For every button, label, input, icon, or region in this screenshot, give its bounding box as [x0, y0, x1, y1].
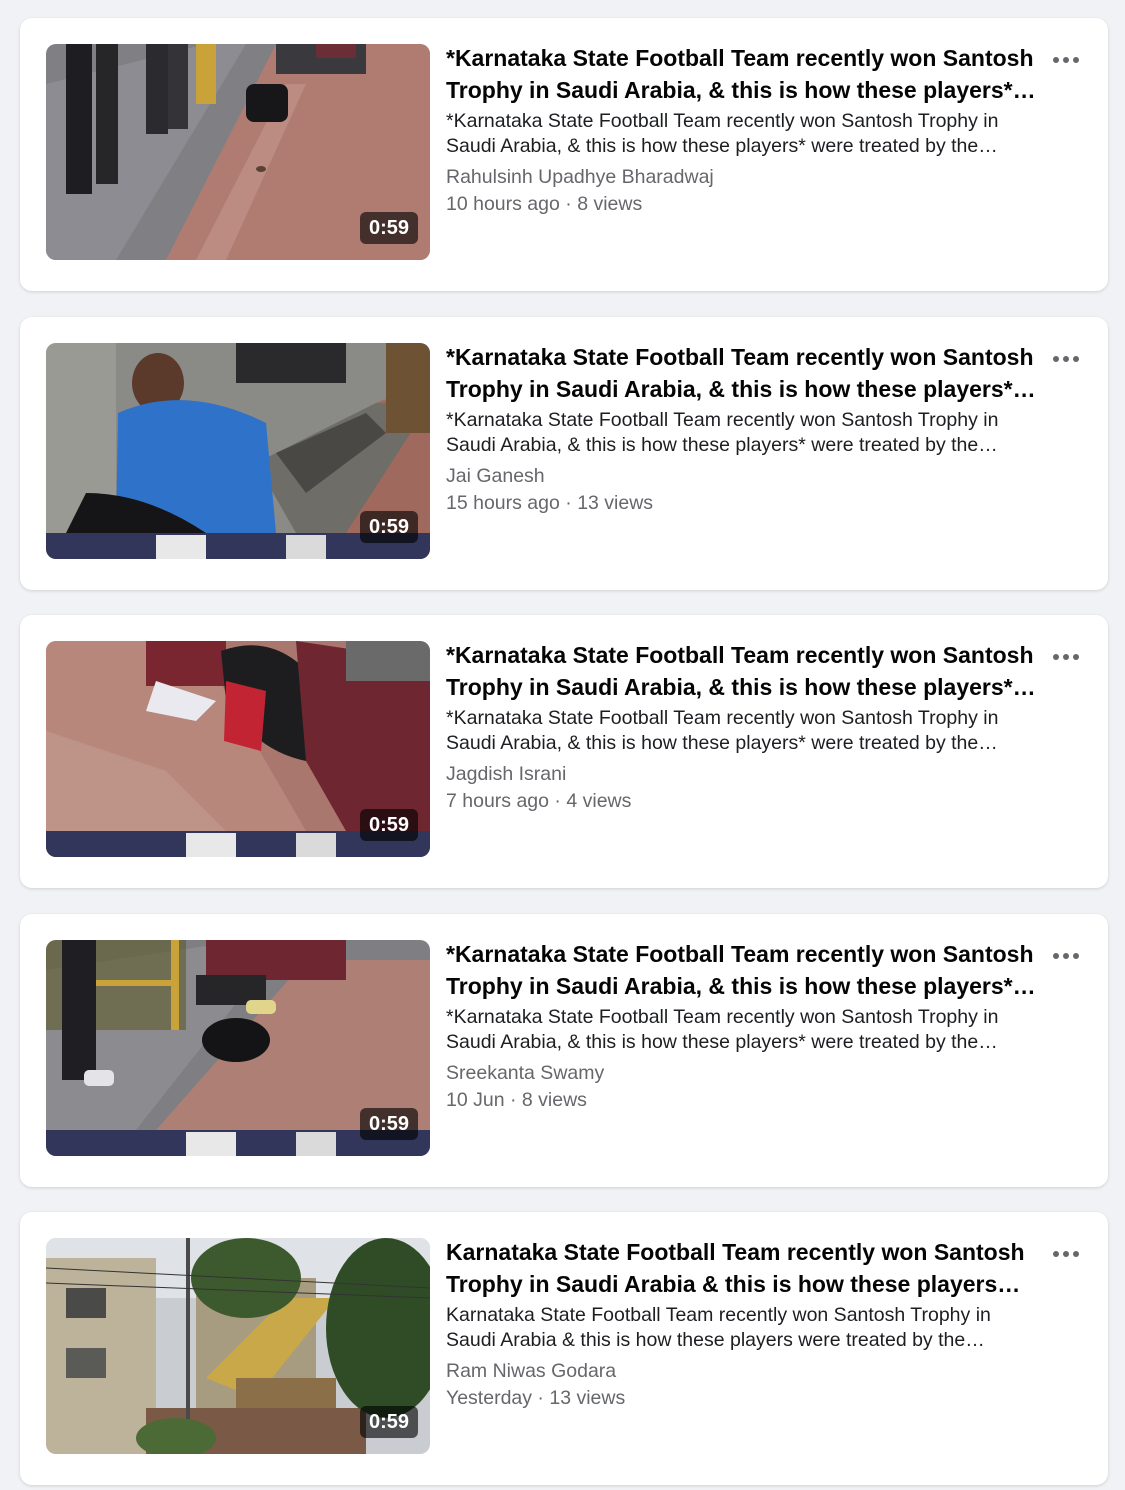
more-options-icon[interactable]	[1046, 46, 1086, 74]
video-views: 13 views	[549, 1387, 626, 1409]
video-description: Karnataka State Football Team recently w…	[446, 1304, 991, 1351]
video-time: 15 hours ago	[446, 492, 560, 514]
video-info: *Karnataka State Football Team recently …	[446, 42, 1038, 218]
video-duration: 0:59	[359, 212, 418, 244]
video-info: *Karnataka State Football Team recently …	[446, 639, 1038, 815]
video-time: 10 hours ago	[446, 193, 560, 215]
video-views: 8 views	[577, 193, 643, 215]
meta-separator: ·	[549, 790, 567, 812]
video-card[interactable]: 0:59 *Karnataka State Football Team rece…	[20, 615, 1108, 888]
video-author[interactable]: Jagdish Israni	[446, 761, 1038, 788]
video-views: 13 views	[577, 492, 654, 514]
video-info: *Karnataka State Football Team recently …	[446, 938, 1038, 1114]
video-info: Karnataka State Football Team recently w…	[446, 1236, 1038, 1412]
video-meta: 15 hours ago · 13 views	[446, 490, 1038, 517]
video-description: *Karnataka State Football Team recently …	[446, 707, 999, 754]
meta-separator: ·	[532, 1387, 550, 1409]
video-card[interactable]: 0:59 *Karnataka State Football Team rece…	[20, 317, 1108, 590]
video-duration: 0:59	[359, 511, 418, 543]
video-title[interactable]: *Karnataka State Football Team recently …	[446, 938, 1038, 1002]
video-duration: 0:59	[359, 1406, 418, 1438]
video-title[interactable]: *Karnataka State Football Team recently …	[446, 639, 1038, 703]
more-options-icon[interactable]	[1046, 345, 1086, 373]
video-thumbnail[interactable]: 0:59	[46, 343, 430, 559]
video-author[interactable]: Sreekanta Swamy	[446, 1060, 1038, 1087]
video-meta: 10 Jun · 8 views	[446, 1087, 1038, 1114]
more-options-icon[interactable]	[1046, 942, 1086, 970]
video-card[interactable]: 0:59 *Karnataka State Football Team rece…	[20, 18, 1108, 291]
video-duration: 0:59	[359, 1108, 418, 1140]
video-meta: Yesterday · 13 views	[446, 1385, 1038, 1412]
video-views: 4 views	[566, 790, 632, 812]
video-description: *Karnataka State Football Team recently …	[446, 1006, 999, 1053]
video-author[interactable]: Jai Ganesh	[446, 463, 1038, 490]
video-thumbnail[interactable]: 0:59	[46, 1238, 430, 1454]
video-time: 10 Jun	[446, 1089, 505, 1111]
video-time: 7 hours ago	[446, 790, 549, 812]
meta-separator: ·	[559, 193, 578, 215]
video-meta: 10 hours ago · 8 views	[446, 191, 1038, 218]
meta-separator: ·	[559, 492, 578, 514]
video-duration: 0:59	[359, 809, 418, 841]
video-time: Yesterday	[446, 1387, 533, 1409]
meta-separator: ·	[504, 1089, 522, 1111]
video-author[interactable]: Ram Niwas Godara	[446, 1358, 1038, 1385]
video-title[interactable]: Karnataka State Football Team recently w…	[446, 1236, 1038, 1300]
video-description: *Karnataka State Football Team recently …	[446, 409, 999, 456]
video-title[interactable]: *Karnataka State Football Team recently …	[446, 42, 1038, 106]
video-title[interactable]: *Karnataka State Football Team recently …	[446, 341, 1038, 405]
video-thumbnail[interactable]: 0:59	[46, 641, 430, 857]
video-info: *Karnataka State Football Team recently …	[446, 341, 1038, 517]
video-thumbnail[interactable]: 0:59	[46, 940, 430, 1156]
more-options-icon[interactable]	[1046, 1240, 1086, 1268]
video-author[interactable]: Rahulsinh Upadhye Bharadwaj	[446, 164, 1038, 191]
video-card[interactable]: 0:59 *Karnataka State Football Team rece…	[20, 914, 1108, 1187]
more-options-icon[interactable]	[1046, 643, 1086, 671]
video-card[interactable]: 0:59 Karnataka State Football Team recen…	[20, 1212, 1108, 1485]
video-description: *Karnataka State Football Team recently …	[446, 110, 999, 157]
video-thumbnail[interactable]: 0:59	[46, 44, 430, 260]
video-views: 8 views	[521, 1089, 587, 1111]
video-meta: 7 hours ago · 4 views	[446, 788, 1038, 815]
video-feed: 0:59 *Karnataka State Football Team rece…	[0, 0, 1125, 1490]
